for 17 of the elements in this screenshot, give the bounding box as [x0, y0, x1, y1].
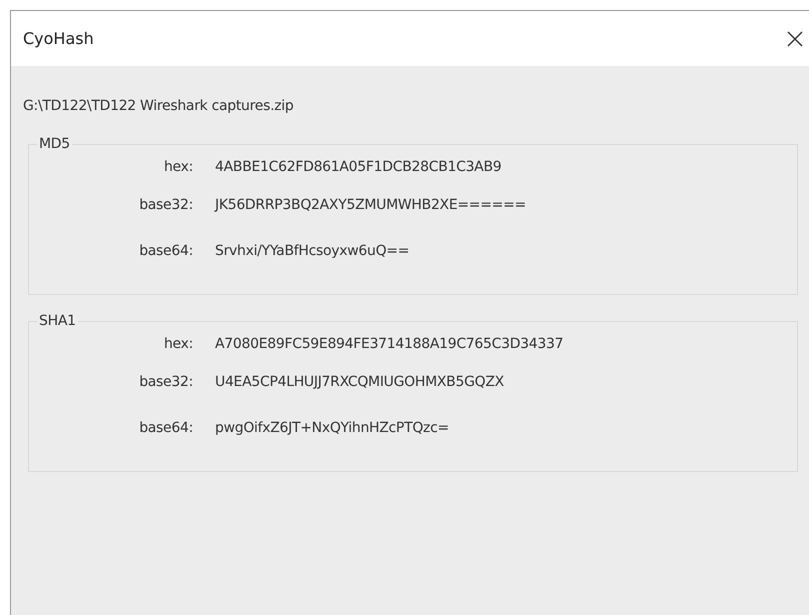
group-title: SHA1 [38, 313, 77, 329]
window-title: CyoHash [23, 29, 94, 48]
hash-label: base64: [138, 420, 193, 436]
hash-value: pwgOifxZ6JT+NxQYihnHZcPTQzc= [215, 420, 449, 436]
hash-value: Srvhxi/YYaBfHcsoyxw6uQ== [215, 243, 410, 259]
hash-value: JK56DRRP3BQ2AXY5ZMUMWHB2XE====== [215, 197, 526, 213]
hash-label: hex: [162, 336, 193, 352]
hash-value: A7080E89FC59E894FE3714188A19C765C3D34337 [215, 336, 564, 352]
file-path: G:\TD122\TD122 Wireshark captures.zip [23, 98, 294, 114]
close-icon[interactable] [786, 30, 804, 48]
group-title: MD5 [38, 136, 71, 152]
hash-value: 4ABBE1C62FD861A05F1DCB28CB1C3AB9 [215, 159, 502, 175]
hash-value: U4EA5CP4LHUJJ7RXCQMIUGOHMXB5GQZX [215, 374, 504, 390]
hash-label: base32: [138, 374, 193, 390]
hash-label: base64: [138, 243, 193, 259]
hash-label: hex: [162, 159, 193, 175]
hash-label: base32: [138, 197, 193, 213]
